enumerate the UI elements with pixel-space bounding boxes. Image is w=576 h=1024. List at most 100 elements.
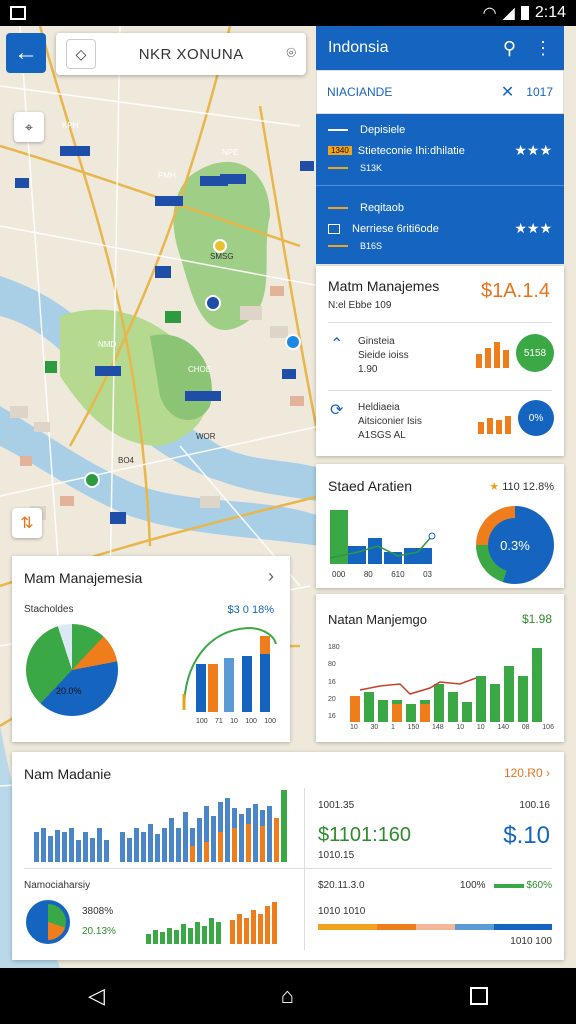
card-value: 120.R0 ›: [504, 766, 550, 780]
card-title: Natan Manjemgo: [328, 612, 427, 627]
map-label: CHOE: [188, 365, 212, 374]
card-value-text: 110 12.8%: [502, 481, 554, 493]
result-sub: S13K: [360, 163, 383, 173]
chevron-right-icon[interactable]: ›: [546, 766, 550, 780]
divider: [328, 322, 552, 323]
mam-xticks: 100 71 10 100 100: [196, 718, 276, 725]
y-tick: 16: [328, 713, 336, 720]
mini-bar-chart: [476, 342, 509, 368]
card-price: $1A.1.4: [481, 280, 550, 302]
mini-bar-chart: [478, 416, 511, 434]
search-input[interactable]: NKR XONUNA: [96, 46, 286, 63]
x-tick: 10: [456, 724, 465, 731]
location-pin-icon: ⌾: [286, 45, 296, 62]
rating-stars: ★★★: [514, 142, 552, 158]
home-icon[interactable]: ⌂: [281, 983, 294, 1009]
row-name: Heldiaeia: [358, 402, 400, 413]
pie-chart: 20.0%: [26, 624, 118, 716]
chevron-up-icon: ⌃: [330, 336, 344, 353]
x-tick: 150: [407, 724, 420, 731]
list-item[interactable]: Depisiele 1340 Stieteconie Ihi:dhilatie ★★…: [316, 114, 564, 186]
compass-icon: ⌖: [25, 118, 33, 135]
map-label: KPH: [62, 121, 79, 130]
y-tick: 16: [328, 678, 336, 686]
locate-button[interactable]: ⌖: [14, 112, 44, 142]
list-item[interactable]: Reqitaob Nerriese 6riti6ode ★★★ B16S: [316, 192, 564, 264]
card-value: $3 0 18%: [227, 604, 274, 616]
staed-chart: [329, 510, 436, 564]
arrow-left-icon: ←: [14, 39, 38, 66]
staed-donut: 0.3%: [476, 506, 554, 584]
search-icon[interactable]: ⚲: [503, 38, 516, 59]
bottom-card[interactable]: Nam Madanie 120.R0 › 1001.35 100.16 $110…: [12, 752, 564, 960]
battery-icon: [520, 6, 529, 20]
nate-chart: [350, 648, 542, 722]
row-badge-circle: 0%: [518, 400, 554, 436]
y-tick: 80: [328, 661, 336, 669]
right-val: $60%: [526, 880, 552, 891]
x-tick: 08: [521, 724, 530, 731]
recents-icon[interactable]: [470, 987, 489, 1005]
card-subtitle: Stacholdes: [24, 604, 74, 615]
pct1: 3808%: [82, 906, 114, 917]
star-icon: ★: [489, 481, 503, 493]
search-bar[interactable]: ◇ NKR XONUNA ⌾: [56, 33, 306, 75]
filter-label: NIACIANDE: [327, 85, 393, 99]
progress-bar: [494, 884, 524, 888]
x-tick: 140: [497, 724, 510, 731]
result-badge: 1340: [328, 146, 352, 155]
card-title: Matm Manajemes: [328, 278, 440, 294]
right-pct: 100%: [460, 880, 486, 891]
pct2: 20.13%: [82, 926, 116, 937]
divider: [328, 390, 552, 391]
chevron-right-icon[interactable]: ›: [268, 566, 274, 587]
x-tick: 106: [542, 724, 554, 731]
row-desc: Aitsiconier Isis: [358, 416, 422, 427]
x-tick: 30: [370, 724, 379, 731]
wifi-icon: ◠: [482, 5, 497, 22]
card-title: Nam Madanie: [24, 766, 112, 782]
nav-bar: ◁ ⌂: [0, 968, 576, 1024]
back-button[interactable]: ←: [6, 33, 46, 73]
map-label: BO4: [118, 456, 135, 465]
bottom-bar-chart: [34, 790, 287, 862]
x-tick: 1: [391, 724, 395, 731]
staed-xticks: 000 80 610 03: [332, 570, 432, 579]
x-tick: 03: [423, 570, 432, 579]
list-item[interactable]: ⌃ Ginsteia Sieide ioiss 1.90 5158: [328, 332, 554, 382]
map-label: PMH: [158, 171, 176, 180]
x-tick: 10: [350, 724, 358, 731]
x-tick: 10: [476, 724, 485, 731]
nate-yticks: 180 80 16 20 16: [328, 644, 340, 720]
status-bar: ◠ ◢ 2:14: [0, 0, 576, 26]
card-value: $1.98: [521, 612, 552, 626]
card-value-text: 120.R0: [503, 766, 543, 780]
bottom-mini-chart: [146, 902, 277, 944]
back-nav-icon[interactable]: ◁: [88, 983, 105, 1009]
list-item[interactable]: ⟳ Heldiaeia Aitsiconier Isis A1SGS AL 0%: [328, 398, 554, 448]
filter-row[interactable]: NIACIANDE ✕ 1017: [316, 70, 564, 114]
x-tick: 100: [196, 718, 208, 725]
stat2-top: 100.16: [519, 800, 550, 811]
x-tick: 100: [245, 718, 257, 725]
row-sub: 1.90: [358, 364, 378, 375]
staed-card[interactable]: Staed Aratien ★ 110 12.8% 000 80 610 03 0.3…: [316, 464, 564, 588]
y-tick: 20: [328, 695, 336, 703]
x-tick: 000: [332, 570, 346, 579]
right-bot: 1010 100: [510, 936, 552, 947]
close-icon[interactable]: ✕: [501, 82, 514, 102]
refresh-icon: ⟳: [330, 402, 344, 419]
x-tick: 610: [391, 570, 405, 579]
layers-button[interactable]: ⇅: [12, 508, 42, 538]
x-tick: 100: [264, 718, 276, 725]
result-desc: Nerriese 6riti6ode: [352, 222, 439, 235]
row-badge: 0%: [528, 412, 544, 424]
more-icon[interactable]: ⋮: [534, 38, 552, 59]
stacked-progress: [318, 924, 552, 930]
result-icon: [328, 223, 340, 234]
matm-card[interactable]: Matm Manajemes $1A.1.4 N:el Ebbe 109 ⌃ G…: [316, 266, 564, 456]
nate-card[interactable]: Natan Manjemgo $1.98 180 80 16 20 16 10 30 1 15…: [316, 594, 564, 742]
mam-card[interactable]: Mam Manajemesia › Stacholdes $3 0 18% 20…: [12, 556, 290, 742]
map-label: WOR: [196, 432, 216, 441]
clock: 2:14: [534, 4, 566, 21]
